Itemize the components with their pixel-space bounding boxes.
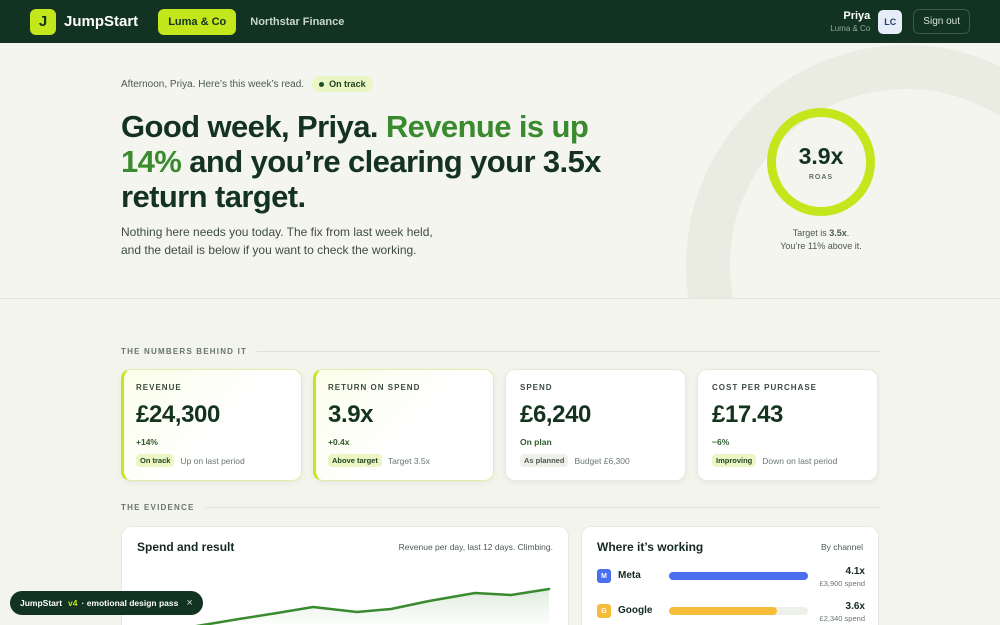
kpi-value: £24,300 [136,401,220,428]
target-value: 3.5x [829,228,847,238]
evidence-section-label: THE EVIDENCE [121,503,880,512]
channel-spend: £3,900 spend [819,579,865,588]
user-info: Priya Luma & Co [830,10,870,33]
numbers-section-label: THE NUMBERS BEHIND IT [121,347,880,356]
hero-subline: Nothing here needs you today. The fix fr… [121,225,433,257]
toast-brand: JumpStart [20,598,63,608]
status-badge: On track [312,76,373,92]
channel-bar-track [669,572,808,580]
kpi-tag: Above target [328,454,382,467]
channel-bar-track [669,607,808,615]
client-tab-luma[interactable]: Luma & Co [158,8,237,35]
divider [257,351,880,352]
brand-name[interactable]: JumpStart [64,13,138,30]
kpi-tag: Improving [712,454,757,467]
meta-icon: M [597,569,611,583]
page-title: Good week, Priya. Revenue is up 14% and … [121,109,621,214]
kpi-card-return-on-spend[interactable]: RETURN ON SPEND 3.9x +0.4x Above target … [313,369,494,481]
kpi-delta: On plan [520,437,552,447]
kpi-card-revenue[interactable]: REVENUE £24,300 +14% On track Up on last… [121,369,302,481]
toast-version: v4 [68,598,78,608]
channel-bar-fill [669,607,778,615]
kpi-label: COST PER PURCHASE [712,383,818,392]
kpi-note: Target 3.5x [387,455,430,466]
avatar[interactable]: LC [878,9,903,34]
kpi-footer: On track Up on last period [136,454,301,467]
user-block: Priya Luma & Co LC Sign out [830,9,970,34]
kpi-note: Down on last period [762,455,838,466]
kpi-card-spend[interactable]: SPEND £6,240 On plan As planned Budget £… [505,369,686,481]
hero-section: Afternoon, Priya. Here’s this week’s rea… [0,43,1000,299]
channel-spend: £2,340 spend [819,614,865,623]
panel-subtitle: By channel [820,542,863,552]
channel-name: Meta [618,570,641,581]
kpi-delta: +14% [136,437,158,447]
channel-roas: 3.6x [845,601,865,612]
user-company: Luma & Co [830,24,871,33]
client-tab-northstar[interactable]: Northstar Finance [240,9,354,35]
greeting-row: Afternoon, Priya. Here’s this week’s rea… [121,76,373,92]
logo-icon[interactable]: J [30,8,56,35]
top-bar: J JumpStart Luma & Co Northstar Finance … [0,0,1000,43]
status-dot-icon [319,81,325,87]
kpi-label: RETURN ON SPEND [328,383,421,392]
kpi-value: £6,240 [520,401,592,428]
kpi-value: 3.9x [328,401,374,428]
version-toast: JumpStart v4 · emotional design pass × [10,591,203,615]
kpi-card-cost-per-purchase[interactable]: COST PER PURCHASE £17.43 −6% Improving D… [697,369,878,481]
user-name: Priya [843,10,871,22]
target-suffix: . [846,228,850,238]
divider [204,507,880,508]
evidence-section-heading: THE EVIDENCE [121,503,195,512]
channel-row-google[interactable]: G Google 3.6x £2,340 spend [597,601,865,625]
numbers-section-heading: THE NUMBERS BEHIND IT [121,347,248,356]
kpi-footer: Above target Target 3.5x [328,454,493,467]
roas-gauge: 3.9x ROAS [767,108,875,216]
channel-bar-fill [669,572,808,580]
target-note: Target is 3.5x. You’re 11% above it. [776,227,866,252]
channel-name: Google [618,605,653,616]
toast-text: · emotional design pass [81,598,179,608]
kpi-tag: As planned [520,454,569,467]
headline-part-2: and you’re clearing your 3.5x return tar… [121,144,601,214]
kpi-label: REVENUE [136,383,182,392]
headline-part-1: Good week, Priya. [121,109,386,144]
kpi-footer: As planned Budget £6,300 [520,454,685,467]
kpi-value: £17.43 [712,401,784,428]
kpi-delta: −6% [712,437,730,447]
target-line-2: You’re 11% above it. [780,240,862,251]
greeting-text: Afternoon, Priya. Here’s this week’s rea… [121,78,305,90]
channel-panel: Where it’s working By channel M Meta 4.1… [581,526,879,625]
panel-title: Where it’s working [597,540,704,554]
kpi-footer: Improving Down on last period [712,454,877,467]
kpi-note: Budget £6,300 [574,455,630,466]
google-icon: G [597,604,611,618]
status-badge-label: On track [329,79,366,89]
kpi-note: Up on last period [180,455,245,466]
close-icon[interactable]: × [186,597,192,609]
kpi-label: SPEND [520,383,553,392]
channel-roas: 4.1x [845,566,865,577]
channel-row-meta[interactable]: M Meta 4.1x £3,900 spend [597,566,865,594]
roas-label: ROAS [808,174,834,181]
roas-value: 3.9x [798,143,844,169]
sign-out-button[interactable]: Sign out [913,9,970,34]
kpi-tag: On track [136,454,175,467]
target-prefix: Target is [792,228,830,238]
kpi-delta: +0.4x [328,437,350,447]
